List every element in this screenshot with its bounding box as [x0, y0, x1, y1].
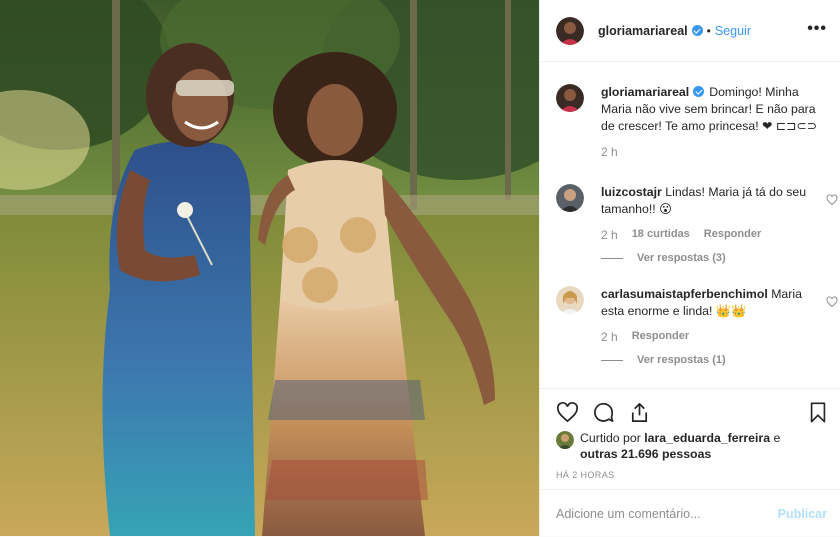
view-replies-button[interactable]: Ver respostas (3) [601, 252, 826, 264]
post-actions: Curtido por lara_eduarda_ferreira e outr… [540, 388, 840, 536]
comment-username[interactable]: luizcostajr [601, 185, 662, 199]
caption-username[interactable]: gloriamariareal [601, 85, 689, 99]
caption-time[interactable]: 2 h [601, 145, 618, 159]
comment-meta: 2 h 18 curtidas Responder [601, 228, 826, 242]
view-replies-button[interactable]: Ver respostas (1) [601, 354, 826, 366]
commenter-avatar[interactable] [556, 286, 584, 314]
like-comment-heart-icon[interactable] [826, 296, 838, 308]
verified-badge-icon [691, 25, 703, 36]
liked-by-text: Curtido por lara_eduarda_ferreira e outr… [580, 430, 820, 462]
follow-button[interactable]: Seguir [715, 24, 751, 38]
bookmark-icon[interactable] [807, 401, 829, 424]
photo-two-women-in-garden [0, 0, 539, 536]
liked-by-prefix: Curtido por [580, 431, 641, 445]
instagram-post: gloriamariareal • Seguir ••• gloriamaria… [0, 0, 840, 536]
post-timestamp[interactable]: HÁ 2 HORAS [556, 470, 615, 480]
verified-badge-icon [693, 86, 705, 97]
reply-button[interactable]: Responder [704, 228, 761, 242]
heart-icon[interactable] [556, 401, 579, 424]
separator-dot: • [706, 23, 711, 38]
comment-body: carlasumaistapferbenchimol Maria esta en… [601, 286, 826, 320]
comment-item: luizcostajr Lindas! Maria já tá do seu t… [556, 184, 838, 264]
comment-meta: 2 h Responder [601, 330, 826, 344]
comment-username[interactable]: carlasumaistapferbenchimol [601, 287, 768, 301]
add-comment-bar: Publicar [540, 489, 840, 537]
comment-body: luizcostajr Lindas! Maria já tá do seu t… [601, 184, 826, 218]
comments-list[interactable]: gloriamariareal Domingo! Minha Maria não … [540, 62, 840, 388]
comment-time[interactable]: 2 h [601, 228, 618, 242]
caption-meta: 2 h [601, 145, 826, 159]
add-comment-input[interactable] [556, 506, 778, 521]
comment-likes[interactable]: 18 curtidas [632, 228, 690, 242]
liked-by-middle: e [773, 431, 781, 445]
other-likers-link[interactable]: outras 21.696 pessoas [580, 447, 711, 461]
comment-time[interactable]: 2 h [601, 330, 618, 344]
author-avatar[interactable] [556, 16, 584, 45]
commenter-avatar[interactable] [556, 184, 584, 212]
reply-button[interactable]: Responder [632, 330, 689, 344]
share-icon[interactable] [628, 401, 651, 424]
comment-icon[interactable] [592, 401, 615, 424]
post-photo[interactable] [0, 0, 539, 536]
caption: gloriamariareal Domingo! Minha Maria não … [556, 84, 826, 159]
liked-by-line: Curtido por lara_eduarda_ferreira e outr… [556, 430, 820, 462]
action-icons [556, 401, 651, 424]
comment-item: carlasumaistapferbenchimol Maria esta en… [556, 286, 838, 366]
more-options-icon[interactable]: ••• [807, 21, 827, 37]
post-side-panel: gloriamariareal • Seguir ••• gloriamaria… [539, 0, 840, 536]
publish-button[interactable]: Publicar [778, 507, 827, 521]
post-header: gloriamariareal • Seguir ••• [540, 0, 840, 62]
caption-avatar[interactable] [556, 84, 584, 112]
author-username[interactable]: gloriamariareal [598, 24, 688, 38]
caption-body: gloriamariareal Domingo! Minha Maria não … [601, 84, 826, 135]
like-comment-heart-icon[interactable] [826, 194, 838, 206]
liker-avatar[interactable] [556, 431, 574, 449]
liker-username[interactable]: lara_eduarda_ferreira [644, 431, 770, 445]
